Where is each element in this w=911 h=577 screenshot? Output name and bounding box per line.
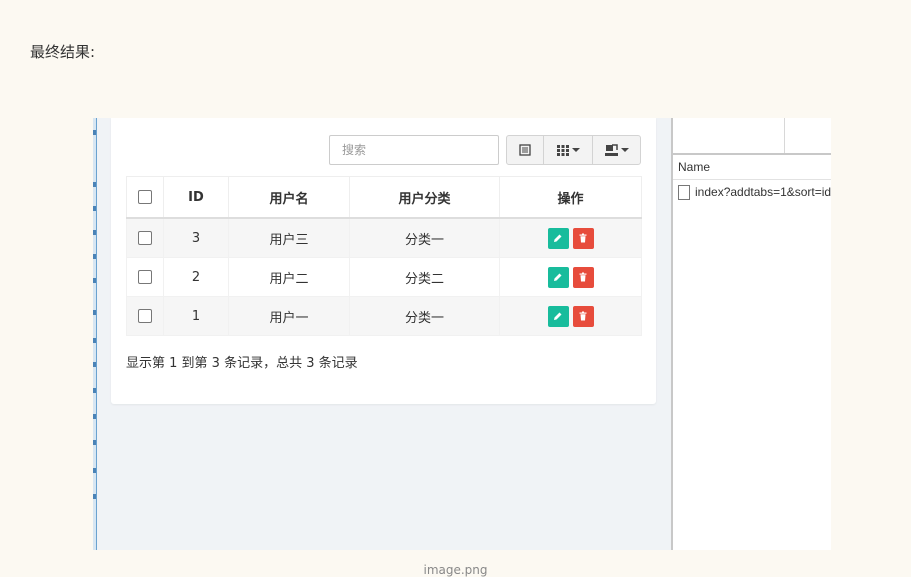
edge-tick bbox=[93, 440, 96, 445]
table-panel: ID 用户名 用户分类 操作 3 用户三 分类一 bbox=[111, 118, 656, 404]
select-all-checkbox[interactable] bbox=[138, 190, 152, 204]
table-row: 1 用户一 分类一 bbox=[126, 296, 642, 336]
table-header-row: ID 用户名 用户分类 操作 bbox=[126, 176, 642, 219]
list-icon bbox=[519, 141, 531, 160]
pencil-icon bbox=[554, 273, 562, 281]
edit-button[interactable] bbox=[547, 227, 569, 249]
cell-category: 分类二 bbox=[349, 257, 500, 297]
export-icon bbox=[604, 141, 618, 160]
cell-username: 用户二 bbox=[228, 257, 350, 297]
devtools-divider bbox=[784, 118, 785, 153]
select-all-cell bbox=[126, 176, 164, 219]
edge-tick bbox=[93, 310, 96, 315]
cell-id: 2 bbox=[163, 257, 229, 297]
delete-button[interactable] bbox=[572, 227, 594, 249]
edge-tick bbox=[93, 230, 96, 235]
column-header-category[interactable]: 用户分类 bbox=[349, 176, 500, 219]
screenshot-frame: ID 用户名 用户分类 操作 3 用户三 分类一 bbox=[93, 118, 831, 550]
row-actions bbox=[547, 266, 594, 288]
cell-username: 用户一 bbox=[228, 296, 350, 336]
table-row: 2 用户二 分类二 bbox=[126, 257, 642, 297]
data-table-wrapper: ID 用户名 用户分类 操作 3 用户三 分类一 2 用户二 分类二 1 用户一… bbox=[126, 176, 642, 336]
edge-tick bbox=[93, 278, 96, 283]
edge-tick bbox=[93, 494, 96, 499]
devtools-request-name: index?addtabs=1&sort=id bbox=[695, 185, 831, 199]
columns-icon bbox=[556, 141, 569, 160]
edge-tick bbox=[93, 362, 96, 367]
row-actions bbox=[547, 227, 594, 249]
edge-tick bbox=[93, 388, 96, 393]
cell-actions bbox=[499, 217, 642, 258]
delete-button[interactable] bbox=[572, 266, 594, 288]
caret-down-icon bbox=[571, 148, 580, 152]
row-select-cell bbox=[126, 257, 164, 297]
column-header-username[interactable]: 用户名 bbox=[228, 176, 350, 219]
row-checkbox[interactable] bbox=[138, 270, 152, 284]
cell-actions bbox=[499, 257, 642, 297]
devtools-toolbar bbox=[673, 118, 831, 155]
cell-id: 3 bbox=[163, 217, 229, 258]
image-caption: image.png bbox=[423, 563, 488, 577]
cell-actions bbox=[499, 296, 642, 336]
table-row: 3 用户三 分类一 bbox=[126, 217, 642, 258]
caret-down-icon bbox=[620, 148, 629, 152]
cell-category: 分类一 bbox=[349, 217, 500, 258]
search-input[interactable] bbox=[329, 135, 499, 165]
edit-button[interactable] bbox=[547, 305, 569, 327]
row-select-cell bbox=[126, 217, 164, 258]
pencil-icon bbox=[554, 234, 562, 242]
row-actions bbox=[547, 305, 594, 327]
delete-button[interactable] bbox=[572, 305, 594, 327]
row-select-cell bbox=[126, 296, 164, 336]
devtools-network-panel: Name index?addtabs=1&sort=id bbox=[671, 118, 831, 550]
toolbar-button-group bbox=[506, 135, 641, 165]
column-header-id[interactable]: ID bbox=[163, 176, 229, 219]
trash-icon bbox=[579, 233, 587, 243]
row-checkbox[interactable] bbox=[138, 231, 152, 245]
page-heading: 最终结果: bbox=[30, 43, 96, 61]
edge-tick bbox=[93, 254, 96, 259]
user-table: ID 用户名 用户分类 操作 3 用户三 分类一 2 用户二 分类二 1 用户一… bbox=[126, 176, 642, 336]
pencil-icon bbox=[554, 312, 562, 320]
document-icon bbox=[678, 184, 690, 200]
pagination-summary: 显示第 1 到第 3 条记录，总共 3 条记录 bbox=[126, 356, 358, 371]
column-header-actions: 操作 bbox=[499, 176, 642, 219]
trash-icon bbox=[579, 311, 587, 321]
edge-tick bbox=[93, 338, 96, 343]
edge-tick bbox=[93, 182, 96, 187]
cell-username: 用户三 bbox=[228, 217, 350, 258]
cell-category: 分类一 bbox=[349, 296, 500, 336]
edge-tick bbox=[93, 468, 96, 473]
trash-icon bbox=[579, 272, 587, 282]
row-checkbox[interactable] bbox=[138, 309, 152, 323]
edge-tick bbox=[93, 130, 96, 135]
columns-button[interactable] bbox=[543, 135, 593, 165]
devtools-name-column-header[interactable]: Name bbox=[673, 155, 831, 180]
export-button[interactable] bbox=[592, 135, 641, 165]
edge-tick bbox=[93, 206, 96, 211]
cell-id: 1 bbox=[163, 296, 229, 336]
toggle-view-button[interactable] bbox=[506, 135, 544, 165]
devtools-request-row[interactable]: index?addtabs=1&sort=id bbox=[678, 184, 831, 200]
edit-button[interactable] bbox=[547, 266, 569, 288]
edge-tick bbox=[93, 414, 96, 419]
